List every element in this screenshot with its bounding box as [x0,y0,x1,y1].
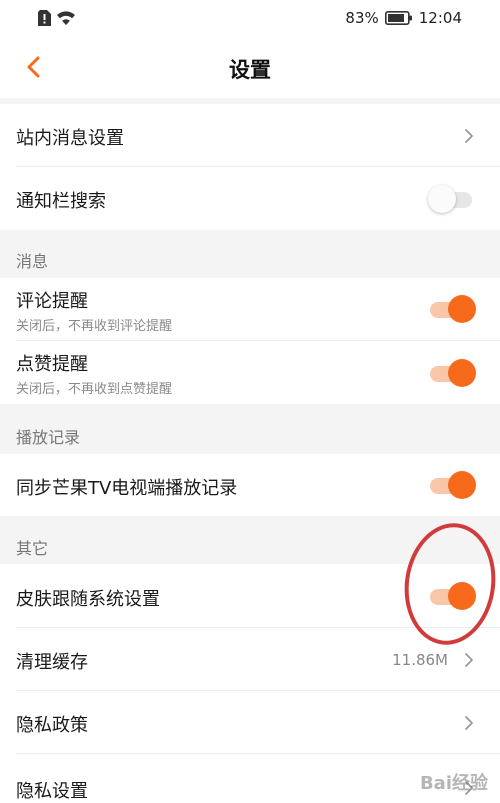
page-title: 设置 [229,58,271,82]
battery-percent: 83% [345,9,379,27]
header: 设置 [0,38,500,98]
chevron-right-icon [465,653,473,667]
row-subtitle: 关闭后，不再收到评论提醒 [16,319,173,334]
row-title: 通知栏搜索 [16,191,106,212]
clock: 12:04 [418,9,462,27]
wifi-icon [57,11,75,25]
row-title: 点赞提醒 [16,354,88,375]
row-like-reminder[interactable]: 点赞提醒 关闭后，不再收到点赞提醒 [0,341,500,404]
chevron-right-icon [465,716,473,730]
section-label: 消息 [16,252,49,271]
toggle-knob [448,359,476,387]
battery-icon [384,11,412,25]
comment-reminder-toggle[interactable] [428,294,476,324]
row-title: 同步芒果TV电视端播放记录 [16,478,238,499]
row-title: 隐私设置 [16,781,88,802]
row-notification-search[interactable]: 通知栏搜索 [0,167,500,230]
status-right: 83% 12:04 [345,9,462,27]
row-in-site-message[interactable]: 站内消息设置 [0,104,500,167]
watermark: Bai经验 [419,773,488,794]
toggle-knob [448,295,476,323]
row-title: 站内消息设置 [16,128,124,149]
sim-alert-icon [38,10,51,26]
section-label: 播放记录 [16,428,81,447]
notification-search-toggle[interactable] [428,184,476,214]
toggle-knob [448,471,476,499]
row-subtitle: 关闭后，不再收到点赞提醒 [16,382,173,397]
row-title: 评论提醒 [16,291,88,312]
row-sync-tv-history[interactable]: 同步芒果TV电视端播放记录 [0,454,500,516]
like-reminder-toggle[interactable] [428,358,476,388]
section-play-history: 播放记录 [0,404,500,454]
section-messages: 消息 [0,230,500,278]
status-left [38,10,75,26]
section-label: 其它 [16,539,49,558]
row-title: 隐私政策 [16,715,88,736]
row-privacy-policy[interactable]: 隐私政策 [0,691,500,754]
row-comment-reminder[interactable]: 评论提醒 关闭后，不再收到评论提醒 [0,278,500,341]
sync-tv-history-toggle[interactable] [428,470,476,500]
row-title: 清理缓存 [16,652,88,673]
status-bar: 83% 12:04 [0,0,500,38]
chevron-right-icon [465,129,473,143]
row-title: 皮肤跟随系统设置 [16,589,160,610]
toggle-knob [428,185,456,213]
cache-size-value: 11.86M [392,651,448,669]
